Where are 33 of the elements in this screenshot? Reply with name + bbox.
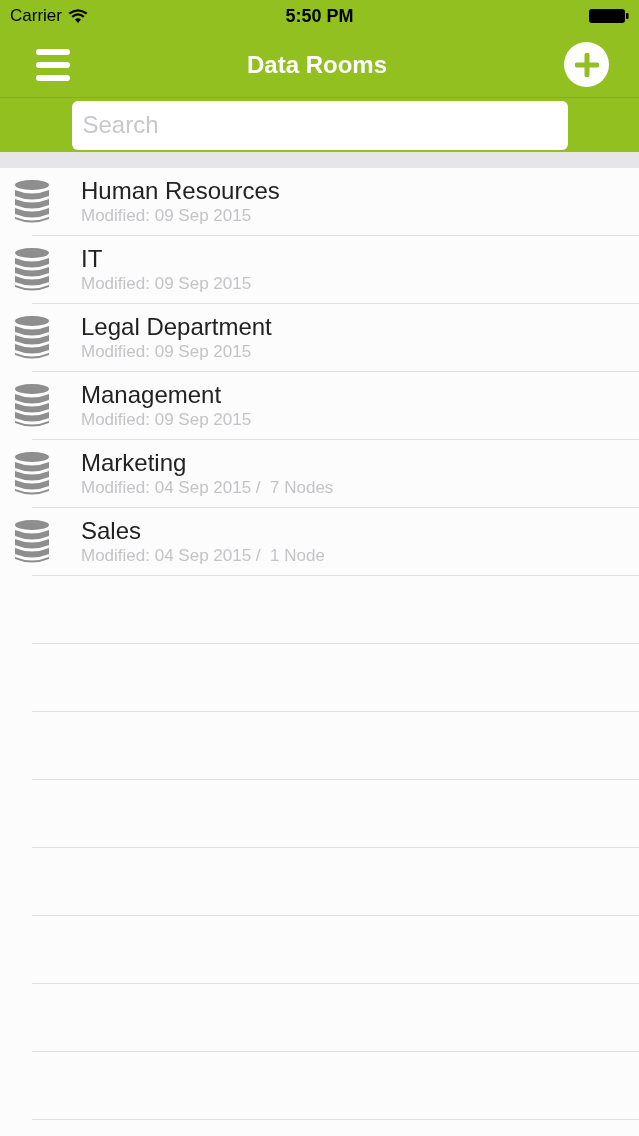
wifi-icon	[67, 8, 88, 24]
database-icon	[14, 451, 50, 497]
page-title: Data Rooms	[247, 49, 387, 80]
room-name: Sales	[81, 517, 143, 545]
room-details: Modified: 09 Sep 2015	[81, 273, 252, 295]
clock-time: 5:50 PM	[285, 4, 354, 28]
room-details: Modified: 09 Sep 2015	[81, 341, 253, 363]
database-icon	[14, 383, 50, 429]
room-row[interactable]: Human Resources Modified: 09 Sep 2015	[0, 168, 639, 236]
room-name: IT	[81, 245, 104, 273]
room-name: Legal Department	[81, 313, 272, 341]
plus-icon	[574, 52, 599, 77]
database-icon	[14, 247, 50, 293]
room-details: Modified: 04 Sep 2015 / 1 Node	[81, 545, 325, 567]
database-icon	[14, 519, 50, 565]
room-name: Human Resources	[81, 177, 280, 205]
room-details: Modified: 09 Sep 2015	[81, 409, 252, 431]
database-icon	[14, 179, 50, 225]
room-name: Management	[81, 381, 223, 409]
room-row[interactable]: Marketing Modified: 04 Sep 2015 / 7 Nodes	[0, 440, 639, 508]
database-icon	[14, 315, 50, 361]
room-row[interactable]: Management Modified: 09 Sep 2015	[0, 372, 639, 440]
room-name: Marketing	[81, 449, 188, 477]
add-button[interactable]	[564, 42, 609, 87]
carrier-label: Carrier	[10, 5, 62, 28]
room-details: Modified: 09 Sep 2015	[81, 205, 253, 227]
search-field[interactable]: Search	[71, 100, 568, 150]
room-row[interactable]: Legal Department Modified: 09 Sep 2015	[0, 304, 639, 372]
menu-button[interactable]	[36, 48, 70, 81]
room-row[interactable]: IT Modified: 09 Sep 2015	[0, 236, 639, 304]
room-details: Modified: 04 Sep 2015 / 7 Nodes	[81, 477, 334, 499]
room-row[interactable]: Sales Modified: 04 Sep 2015 / 1 Node	[0, 508, 639, 576]
battery-icon	[589, 8, 629, 24]
